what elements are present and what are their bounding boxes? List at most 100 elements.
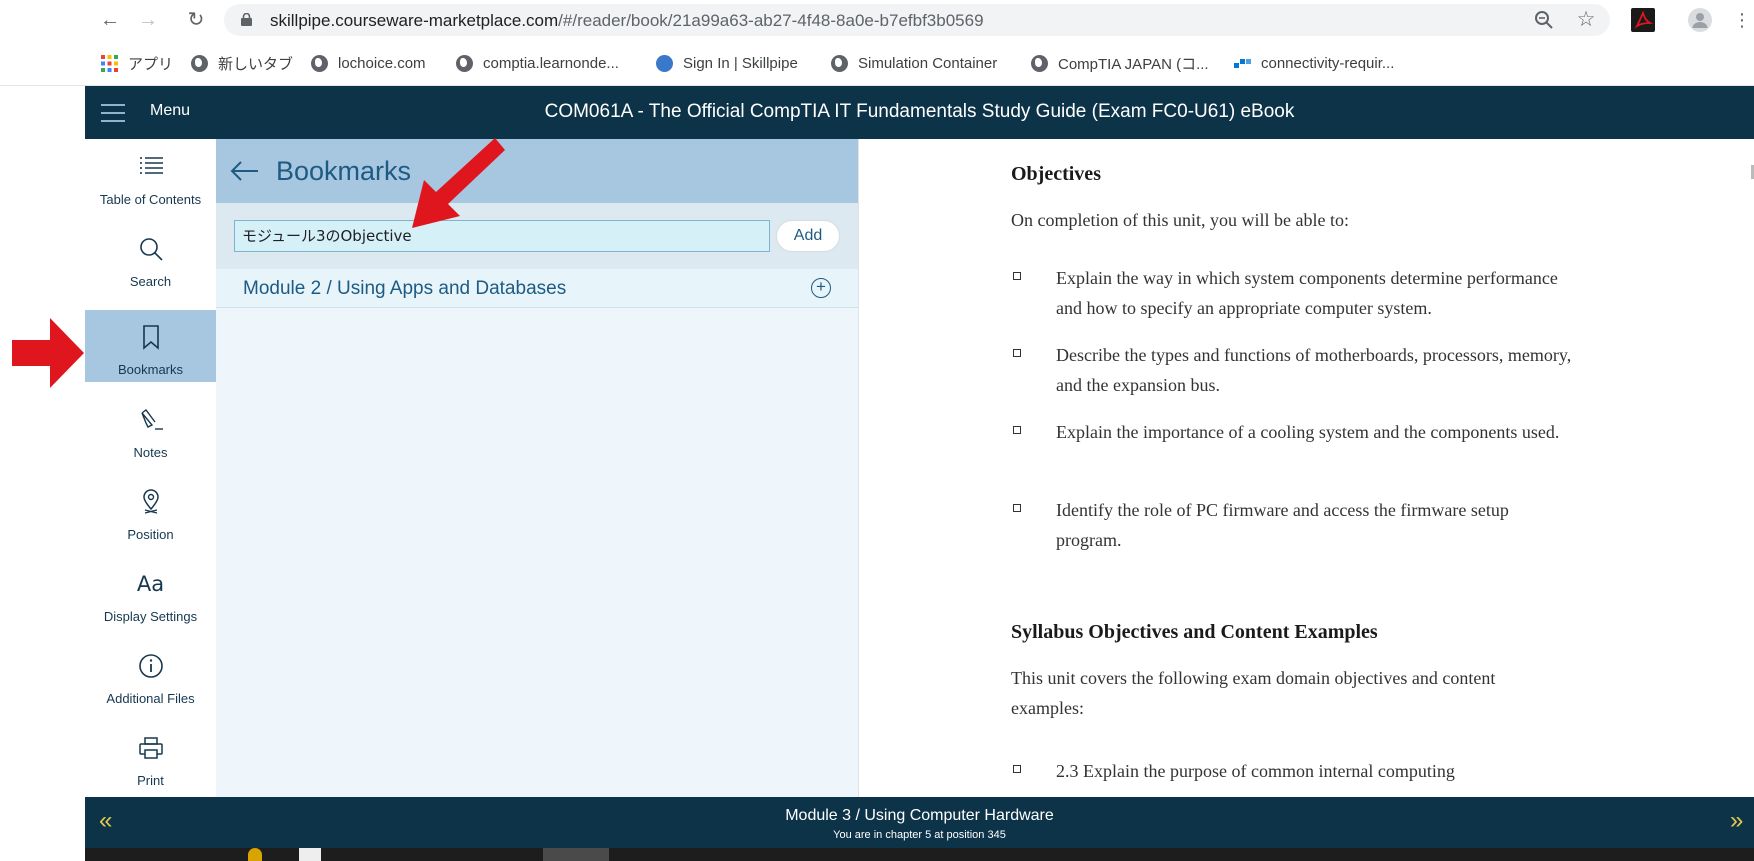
bookmark-comptia-learnondemand[interactable]: comptia.learnonde... — [456, 53, 619, 73]
side-nav-bookmarks[interactable]: Bookmarks — [85, 310, 216, 382]
side-nav-label: Display Settings — [103, 609, 198, 624]
side-nav-label: Notes — [133, 445, 168, 460]
side-nav-label: Print — [137, 773, 164, 788]
app-header: Menu COM061A - The Official CompTIA IT F… — [85, 86, 1754, 139]
reload-icon[interactable]: ↻ — [184, 8, 208, 32]
bookmark-connectivity-requirements[interactable]: connectivity-requir... — [1234, 53, 1394, 73]
bookmarks-panel: Bookmarks モジュール3のObjective Add Module 2 … — [216, 139, 858, 797]
reader-side-nav: Table of Contents Search Bookmarks Notes… — [85, 139, 216, 797]
info-icon — [138, 654, 163, 678]
side-nav-print[interactable]: Print — [85, 721, 216, 793]
side-nav-label: Additional Files — [106, 691, 195, 706]
book-title: COM061A - The Official CompTIA IT Fundam… — [544, 101, 1295, 122]
annotation-arrow-icon — [12, 318, 84, 388]
browser-toolbar: ← → ↻ skillpipe.courseware-marketplace.c… — [0, 0, 1754, 40]
bookmarks-panel-title: Bookmarks — [276, 156, 412, 186]
forward-icon[interactable]: → — [136, 8, 160, 32]
url-host: skillpipe.courseware-marketplace.com — [270, 11, 559, 30]
bookmark-comptia-japan[interactable]: CompTIA JAPAN (コ... — [1031, 53, 1209, 73]
add-bookmark-button[interactable]: Add — [776, 220, 840, 252]
url-path: /#/reader/book/21a99a63-ab27-4f48-8a0e-b… — [558, 11, 984, 30]
side-nav-label: Search — [129, 274, 172, 289]
taskbar-app-icon[interactable] — [299, 848, 321, 861]
bookmark-label: Sign In | Skillpipe — [683, 54, 798, 72]
reading-position-text: You are in chapter 5 at position 345 — [833, 829, 1006, 841]
side-nav-display-settings[interactable]: Aa Display Settings — [85, 557, 216, 629]
expand-plus-icon[interactable]: + — [811, 278, 831, 298]
bookmark-label: lochoice.com — [338, 54, 426, 72]
search-icon — [139, 238, 163, 261]
browser-menu-icon[interactable]: ⋮ — [1730, 8, 1754, 32]
checkbox-bullet-icon — [1013, 426, 1021, 434]
syllabus-heading: Syllabus Objectives and Content Examples — [1011, 621, 1378, 643]
os-taskbar — [85, 848, 1754, 861]
bookmark-icon — [142, 325, 159, 350]
bookmark-new-tab[interactable]: 新しいタブ — [191, 53, 293, 73]
checkbox-bullet-icon — [1013, 272, 1021, 280]
bookmark-label: connectivity-requir... — [1261, 54, 1395, 72]
globe-icon — [456, 54, 473, 72]
checkbox-bullet-icon — [1013, 349, 1021, 357]
bookmark-lochoice[interactable]: lochoice.com — [311, 53, 426, 73]
bookmark-label: CompTIA JAPAN (コ... — [1058, 55, 1209, 73]
objective-text: Identify the role of PC firmware and acc… — [1056, 500, 1509, 550]
pen-icon — [140, 409, 163, 430]
address-bar[interactable]: skillpipe.courseware-marketplace.com/#/r… — [224, 4, 1610, 36]
printer-icon — [138, 737, 163, 759]
apps-grid-icon — [101, 54, 118, 72]
location-pin-icon — [142, 489, 159, 514]
globe-icon — [1031, 54, 1048, 72]
objectives-heading: Objectives — [1011, 163, 1101, 185]
bookmark-input-row: モジュール3のObjective Add — [216, 203, 858, 269]
checkbox-bullet-icon — [1013, 504, 1021, 512]
reader-content: Objectives On completion of this unit, y… — [858, 139, 1754, 797]
side-nav-label: Table of Contents — [99, 192, 202, 207]
list-icon — [139, 157, 163, 174]
globe-icon — [191, 54, 208, 72]
objective-text: Describe the types and functions of moth… — [1056, 345, 1572, 395]
annotation-arrow-icon — [412, 138, 505, 228]
bookmark-list-item[interactable]: Module 2 / Using Apps and Databases + — [216, 269, 858, 308]
side-nav-label: Position — [127, 527, 174, 542]
bookmark-label: Simulation Container — [858, 54, 998, 72]
bookmarks-panel-header: Bookmarks — [216, 139, 858, 203]
pdf-extension-icon[interactable] — [1631, 8, 1655, 32]
objective-text: Explain the way in which system componen… — [1056, 268, 1558, 318]
globe-icon — [831, 54, 848, 72]
objective-text: Explain the importance of a cooling syst… — [1056, 422, 1560, 442]
next-chapter-button[interactable]: » — [1730, 808, 1743, 834]
checkbox-bullet-icon — [1013, 765, 1021, 773]
bookmark-label: アプリ — [128, 55, 174, 73]
bookmark-label: 新しいタブ — [218, 55, 294, 73]
taskbar-app-icon[interactable] — [248, 848, 262, 861]
syllabus-intro: This unit covers the following exam doma… — [1011, 668, 1496, 718]
objectives-intro: On completion of this unit, you will be … — [1011, 210, 1349, 230]
font-size-icon: Aa — [136, 572, 165, 596]
syllabus-text: 2.3 Explain the purpose of common intern… — [1056, 761, 1455, 781]
side-nav-additional-files[interactable]: Additional Files — [85, 639, 216, 711]
bookmark-skillpipe-signin[interactable]: Sign In | Skillpipe — [656, 53, 798, 73]
profile-avatar-icon[interactable] — [1688, 8, 1712, 32]
current-chapter-title: Module 3 / Using Computer Hardware — [785, 807, 1054, 824]
skillpipe-icon — [656, 54, 673, 72]
back-icon[interactable]: ← — [98, 8, 122, 32]
side-nav-search[interactable]: Search — [85, 222, 216, 294]
star-icon[interactable]: ☆ — [1576, 9, 1596, 30]
lock-icon — [241, 13, 252, 26]
side-nav-position[interactable]: Position — [85, 475, 216, 547]
side-nav-label: Bookmarks — [117, 362, 184, 377]
taskbar-active-app[interactable] — [543, 848, 609, 861]
bookmark-apps[interactable]: アプリ — [101, 53, 173, 73]
bookmark-label: comptia.learnonde... — [483, 54, 619, 72]
bookmark-item-label: Module 2 / Using Apps and Databases — [243, 278, 567, 299]
zoom-icon[interactable] — [1534, 10, 1554, 30]
bookmarks-bar: アプリ 新しいタブ lochoice.com comptia.learnonde… — [0, 40, 1754, 86]
azure-icon — [1234, 58, 1251, 68]
url-text: skillpipe.courseware-marketplace.com/#/r… — [270, 11, 984, 31]
side-nav-table-of-contents[interactable]: Table of Contents — [85, 139, 216, 211]
back-arrow-icon[interactable] — [230, 159, 260, 183]
reader-footer: « Module 3 / Using Computer Hardware You… — [85, 797, 1754, 848]
globe-icon — [311, 54, 328, 72]
side-nav-notes[interactable]: Notes — [85, 393, 216, 465]
bookmark-simulation-container[interactable]: Simulation Container — [831, 53, 997, 73]
